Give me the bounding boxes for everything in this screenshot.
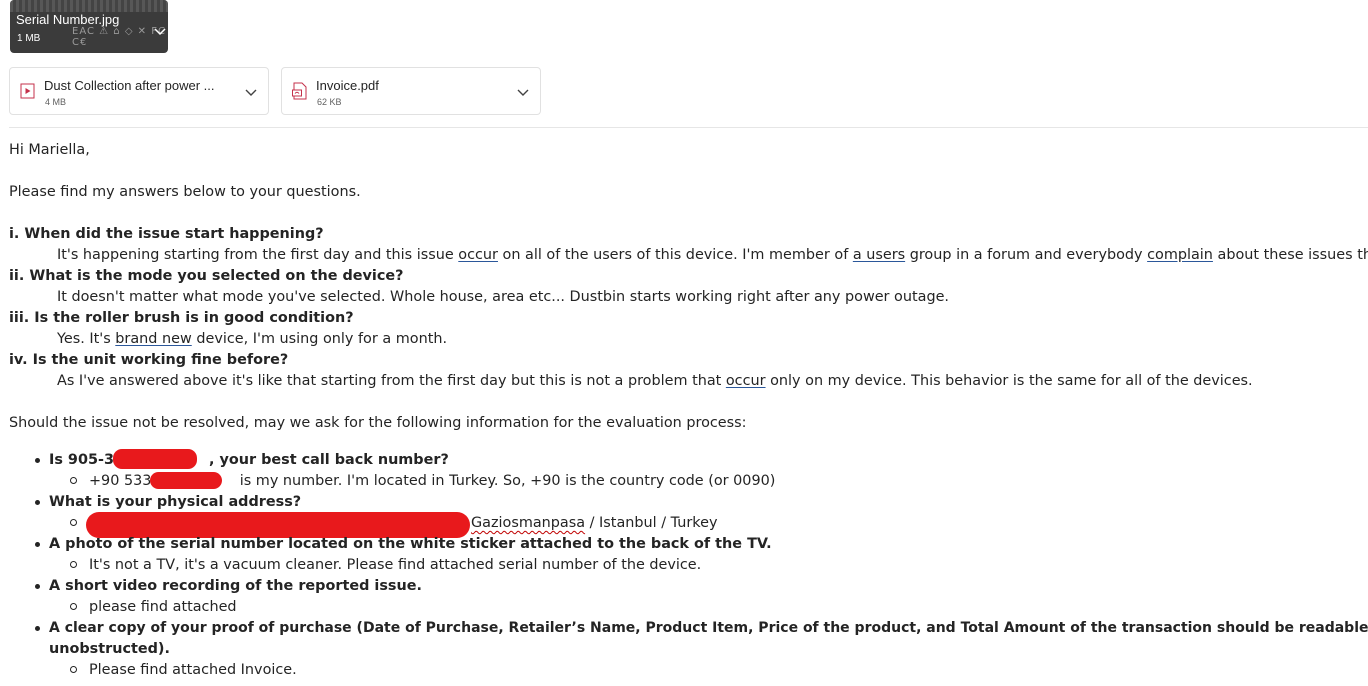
- item-5-question-line-1: A clear copy of your proof of purchase (…: [49, 620, 1368, 636]
- attachment-size: 4 MB: [45, 97, 67, 107]
- chevron-down-icon[interactable]: [516, 85, 530, 99]
- attachment-name: Invoice.pdf: [316, 78, 379, 93]
- grammar-flag[interactable]: a users: [853, 247, 905, 263]
- question-1-text: i. When did the issue start happening?: [9, 226, 324, 242]
- list-sub-bullet: [70, 666, 77, 673]
- answer-text: group in a forum and everybody: [905, 247, 1148, 263]
- answer-text: device, I'm using only for a month.: [191, 331, 448, 347]
- invoice-attachment-card[interactable]: Invoice.pdf 62 KB: [281, 67, 541, 115]
- item-5-question-line-2: unobstructed).: [49, 641, 170, 657]
- item-text: is my number. I'm located in Turkey. So,…: [235, 473, 776, 489]
- answer-1: It's happening starting from the first d…: [57, 246, 1368, 264]
- answer-text: about these issues there.: [1217, 247, 1368, 263]
- item-text: , your best call back number?: [208, 452, 449, 468]
- question-4: iv. Is the unit working fine before?: [9, 352, 289, 368]
- answer-text: It doesn't matter what mode you've selec…: [57, 289, 950, 305]
- question-3: iii. Is the roller brush is in good cond…: [9, 310, 354, 326]
- item-3-answer: It's not a TV, it's a vacuum cleaner. Pl…: [89, 557, 702, 573]
- item-text: / Istanbul / Turkey: [585, 515, 718, 531]
- answer-text: on all of the users of this device. I'm …: [497, 247, 853, 263]
- list-sub-bullet: [70, 603, 77, 610]
- list-sub-bullet: [70, 519, 77, 526]
- chevron-down-icon[interactable]: [244, 85, 258, 99]
- video-attachment-card[interactable]: Dust Collection after power ... 4 MB: [9, 67, 269, 115]
- answer-text: It's happening starting from the first d…: [57, 247, 459, 263]
- image-thumbnail: [10, 0, 168, 12]
- list-bullet: [35, 542, 40, 547]
- grammar-flag[interactable]: complain: [1147, 247, 1213, 263]
- attachment-name: Dust Collection after power ...: [44, 78, 215, 93]
- list-sub-bullet: [70, 561, 77, 568]
- list-sub-bullet: [70, 477, 77, 484]
- video-file-icon: [20, 83, 35, 99]
- answer-4: As I've answered above it's like that st…: [57, 372, 1253, 390]
- grammar-flag[interactable]: brand new: [115, 331, 191, 347]
- list-bullet: [35, 584, 40, 589]
- item-3-question: A photo of the serial number located on …: [49, 536, 772, 552]
- pdf-file-icon: [292, 82, 307, 100]
- question-2: ii. What is the mode you selected on the…: [9, 268, 404, 284]
- greeting: Hi Mariella,: [9, 142, 90, 158]
- grammar-flag[interactable]: occur: [726, 373, 766, 389]
- redaction-mark: [150, 472, 222, 489]
- list-bullet: [35, 458, 40, 463]
- grammar-flag[interactable]: occur: [458, 247, 498, 263]
- list-bullet: [35, 626, 40, 631]
- image-attachment-name: Serial Number.jpg: [16, 12, 120, 27]
- image-attachment-size: 1 MB: [17, 33, 41, 44]
- attachments-divider: [9, 127, 1368, 128]
- intro-text: Please find my answers below to your que…: [9, 184, 361, 200]
- answer-3: Yes. It's brand new device, I'm using on…: [57, 330, 447, 348]
- item-2-question: What is your physical address?: [49, 494, 302, 510]
- chevron-down-icon[interactable]: [153, 24, 167, 38]
- question-1: i. When did the issue start happening?: [9, 225, 324, 243]
- attachment-size: 62 KB: [317, 97, 342, 107]
- item-4-question: A short video recording of the reported …: [49, 578, 422, 594]
- item-5-answer: Please find attached Invoice.: [89, 662, 297, 678]
- spelling-flag[interactable]: Gaziosmanpasa: [471, 515, 585, 531]
- answer-text: Yes. It's: [57, 331, 116, 347]
- answer-text: As I've answered above it's like that st…: [57, 373, 726, 389]
- answer-text: only on my device. This behavior is the …: [765, 373, 1253, 389]
- answer-2: It doesn't matter what mode you've selec…: [57, 288, 949, 306]
- serial-number-image-attachment[interactable]: EAC ⚠ ⌂ ◇ ✕ FC C€ Serial Number.jpg 1 MB: [10, 0, 168, 53]
- item-2-answer: Gaziosmanpasa / Istanbul / Turkey: [471, 514, 717, 532]
- redaction-mark: [113, 449, 197, 469]
- list-bullet: [35, 500, 40, 505]
- item-4-answer: please find attached: [89, 599, 237, 615]
- item-1-question: Is 905-33, your best call back number?: [49, 451, 449, 469]
- follow-up-text: Should the issue not be resolved, may we…: [9, 415, 747, 431]
